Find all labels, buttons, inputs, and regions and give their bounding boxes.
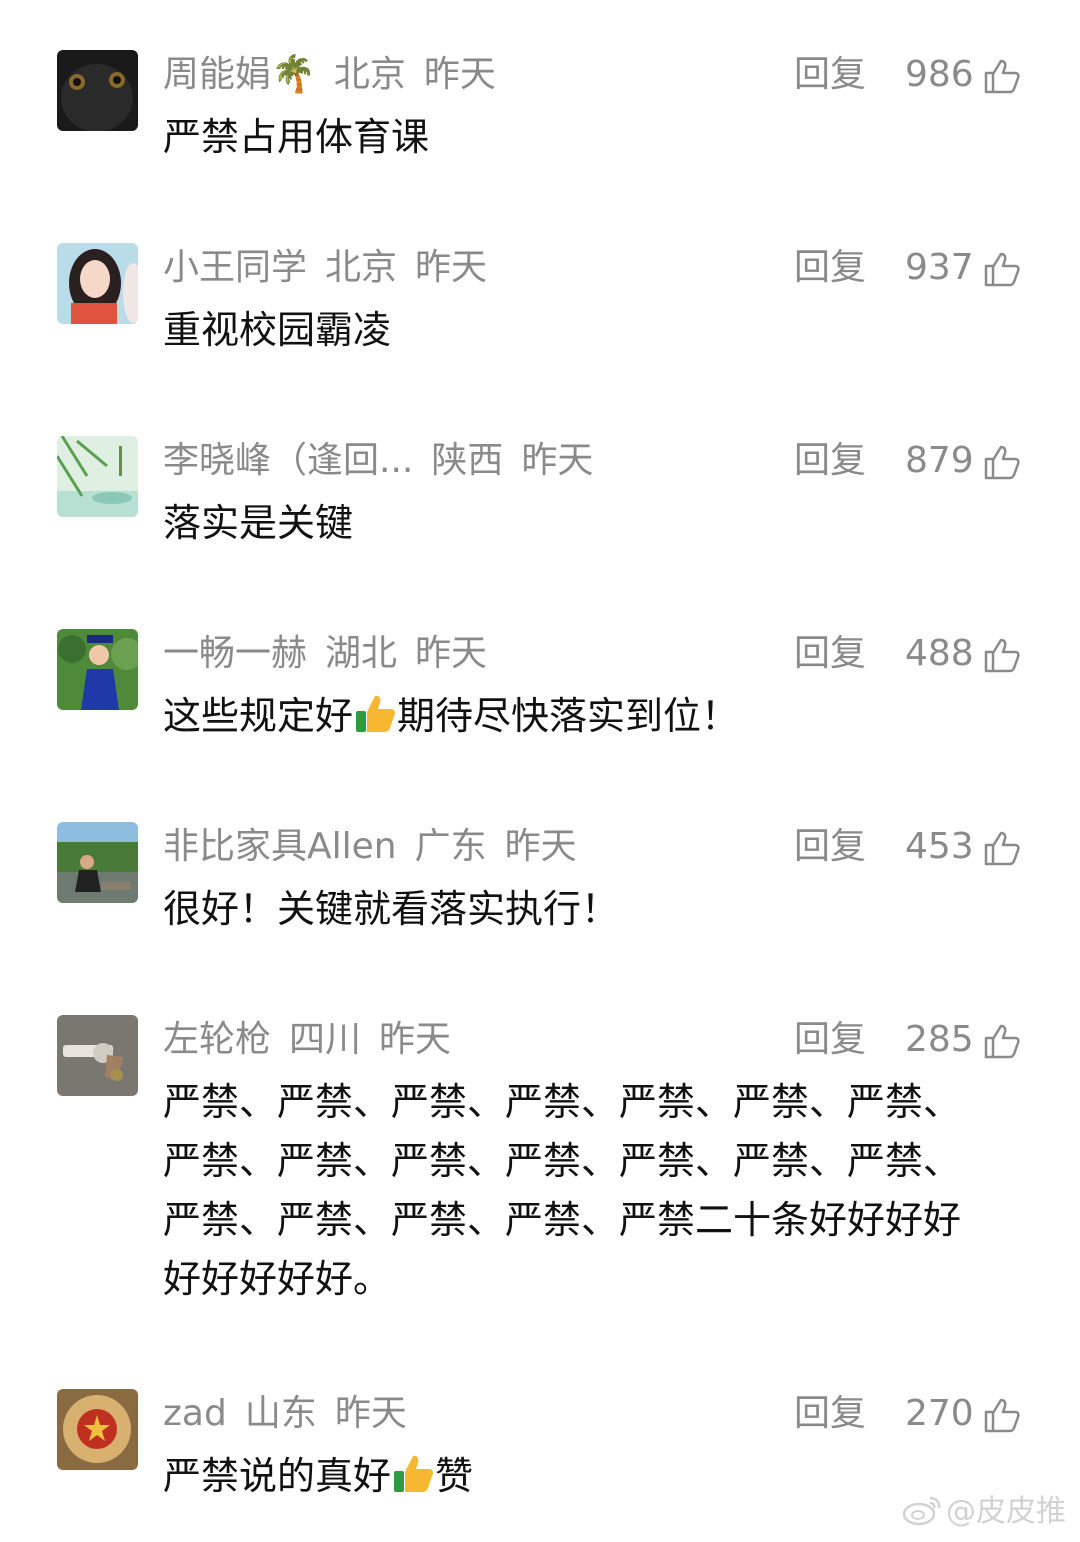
- username[interactable]: 一畅一赫: [163, 633, 307, 674]
- avatar[interactable]: [57, 243, 138, 324]
- comment-text-before: 这些规定好: [163, 694, 354, 738]
- comment-text: 落实是关键: [163, 501, 354, 545]
- like-count: 986: [905, 54, 974, 95]
- girl-portrait-avatar-icon: [57, 243, 138, 324]
- like-count: 879: [905, 440, 974, 481]
- timestamp: 昨天: [423, 54, 496, 95]
- comment-text-after: 期待尽快落实到位！: [397, 694, 740, 738]
- like-count: 453: [905, 826, 974, 867]
- red-star-emblem-avatar-icon: [57, 1389, 138, 1470]
- avatar[interactable]: [57, 822, 138, 903]
- thumbs-up-icon[interactable]: [982, 828, 1022, 868]
- like-count: 285: [905, 1019, 974, 1060]
- reply-button[interactable]: 回复: [794, 629, 866, 679]
- comment-text-line: 好好好好好。: [163, 1257, 392, 1301]
- timestamp: 昨天: [415, 247, 488, 288]
- comment-text: 严禁占用体育课: [163, 115, 430, 159]
- reply-button[interactable]: 回复: [794, 1015, 866, 1065]
- location: 山东: [244, 1393, 317, 1434]
- revolver-avatar-icon: [57, 1015, 138, 1096]
- like-count: 488: [905, 633, 974, 674]
- username[interactable]: 小王同学: [163, 247, 307, 288]
- comment-text: 很好！关键就看落实执行！: [163, 887, 620, 931]
- comment-meta: 左轮枪 四川 昨天: [163, 1015, 469, 1065]
- comment-meta: 非比家具Allen 广东 昨天: [163, 822, 595, 872]
- thumbs-up-emoji-icon: [353, 691, 397, 735]
- comment-text-line: 严禁、严禁、严禁、严禁、严禁二十条好好好好: [163, 1198, 962, 1242]
- comment-text: 这些规定好 期待尽快落实到位！: [163, 687, 1043, 746]
- comment-text-line: 严禁、严禁、严禁、严禁、严禁、严禁、严禁、: [163, 1080, 962, 1124]
- location: 北京: [325, 247, 398, 288]
- avatar[interactable]: [57, 436, 138, 517]
- comment-text-line: 严禁、严禁、严禁、严禁、严禁、严禁、严禁、: [163, 1139, 962, 1183]
- thumbs-up-emoji-icon: [391, 1451, 435, 1495]
- username[interactable]: zad: [163, 1393, 227, 1434]
- thumbs-up-icon[interactable]: [982, 1395, 1022, 1435]
- man-outdoors-avatar-icon: [57, 822, 138, 903]
- like-count: 937: [905, 247, 974, 288]
- username[interactable]: 周能娟🌴: [163, 54, 316, 95]
- reply-button[interactable]: 回复: [794, 822, 866, 872]
- avatar[interactable]: [57, 629, 138, 710]
- avatar[interactable]: [57, 1015, 138, 1096]
- reply-button[interactable]: 回复: [794, 436, 866, 486]
- comment-meta: 周能娟🌴 北京 昨天: [163, 50, 514, 100]
- reply-button[interactable]: 回复: [794, 1389, 866, 1439]
- comment-meta: 李晓峰（逢回... 陕西 昨天: [163, 436, 611, 486]
- comment-text: 严禁、严禁、严禁、严禁、严禁、严禁、严禁、 严禁、严禁、严禁、严禁、严禁、严禁、…: [163, 1073, 1043, 1309]
- username[interactable]: 左轮枪: [163, 1019, 271, 1060]
- avatar[interactable]: [57, 50, 138, 131]
- thumbs-up-icon[interactable]: [982, 249, 1022, 289]
- thumbs-up-icon[interactable]: [982, 1021, 1022, 1061]
- avatar[interactable]: [57, 1389, 138, 1470]
- comment-meta: zad 山东 昨天: [163, 1389, 425, 1439]
- comment-meta: 小王同学 北京 昨天: [163, 243, 505, 293]
- location: 北京: [333, 54, 406, 95]
- thumbs-up-icon[interactable]: [982, 635, 1022, 675]
- comment-text-before: 严禁说的真好: [163, 1454, 392, 1498]
- bamboo-landscape-avatar-icon: [57, 436, 138, 517]
- username[interactable]: 李晓峰（逢回...: [163, 440, 413, 481]
- thumbs-up-icon[interactable]: [982, 56, 1022, 96]
- location: 广东: [414, 826, 487, 867]
- like-count: 270: [905, 1393, 974, 1434]
- comment-text: 重视校园霸凌: [163, 308, 392, 352]
- weibo-logo-icon: [902, 1494, 942, 1526]
- timestamp: 昨天: [504, 826, 577, 867]
- username[interactable]: 非比家具Allen: [163, 826, 397, 867]
- comment-text-after: 赞: [435, 1454, 474, 1498]
- timestamp: 昨天: [521, 440, 594, 481]
- location: 四川: [289, 1019, 362, 1060]
- black-cat-avatar-icon: [57, 50, 138, 131]
- reply-button[interactable]: 回复: [794, 50, 866, 100]
- reply-button[interactable]: 回复: [794, 243, 866, 293]
- thumbs-up-icon[interactable]: [982, 442, 1022, 482]
- watermark-text: @皮皮推: [946, 1494, 1066, 1529]
- comment-meta: 一畅一赫 湖北 昨天: [163, 629, 505, 679]
- timestamp: 昨天: [334, 1393, 407, 1434]
- watermark: @皮皮推: [902, 1490, 1066, 1534]
- timestamp: 昨天: [379, 1019, 452, 1060]
- timestamp: 昨天: [415, 633, 488, 674]
- location: 湖北: [325, 633, 398, 674]
- child-graduate-avatar-icon: [57, 629, 138, 710]
- location: 陕西: [431, 440, 504, 481]
